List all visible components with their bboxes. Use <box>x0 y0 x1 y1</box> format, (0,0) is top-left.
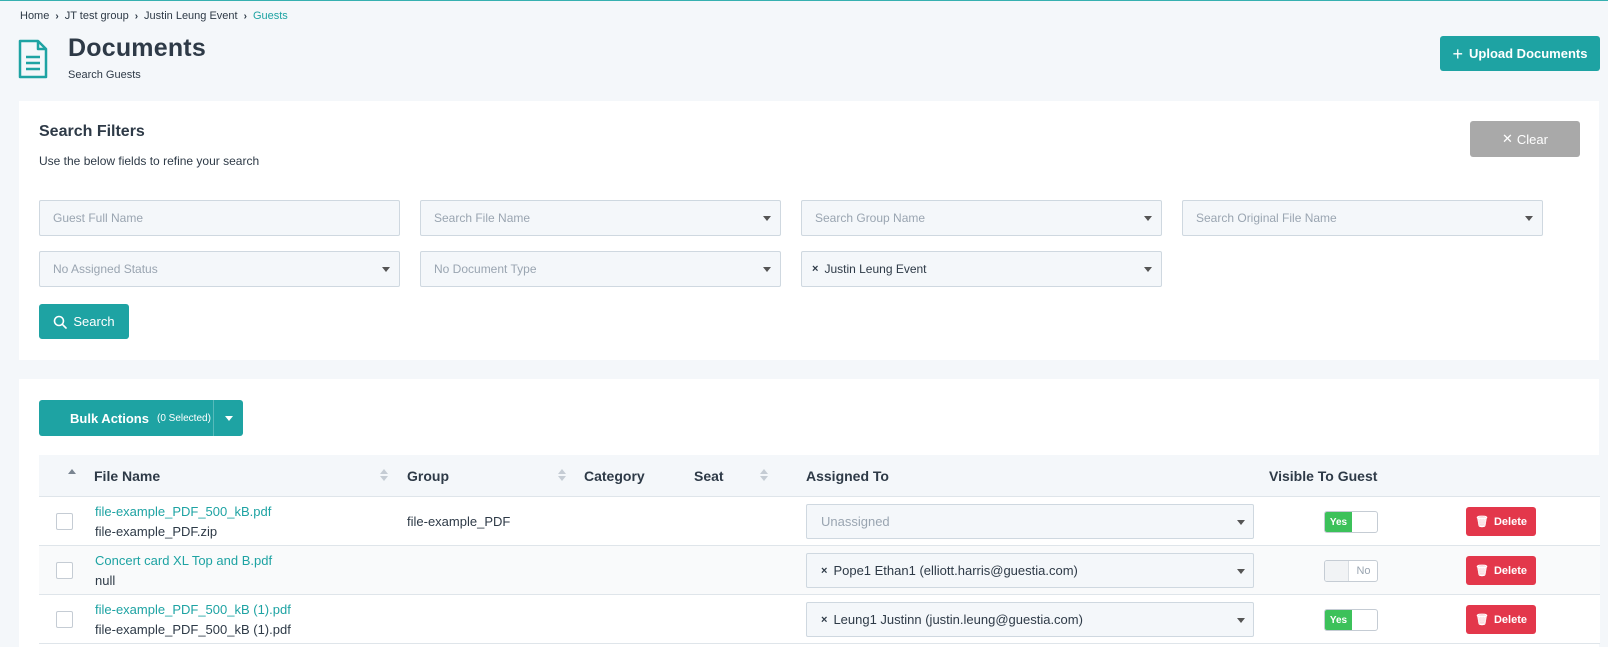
assigned-to-select[interactable]: Unassigned <box>806 504 1254 539</box>
visible-toggle[interactable]: No <box>1324 560 1378 582</box>
column-visible-to-guest: Visible To Guest <box>1269 468 1378 484</box>
upload-documents-label: Upload Documents <box>1469 46 1588 61</box>
assigned-to-value: Pope1 Ethan1 (elliott.harris@guestia.com… <box>833 563 1078 578</box>
caret-down-icon <box>382 267 390 272</box>
chevron-right-icon: › <box>134 10 139 22</box>
upload-documents-button[interactable]: + Upload Documents <box>1440 36 1600 71</box>
breadcrumb-current: Guests <box>252 10 288 22</box>
plus-icon: + <box>1452 43 1464 64</box>
toggle-knob <box>1325 561 1349 581</box>
caret-down-icon <box>763 216 771 221</box>
row-checkbox[interactable] <box>56 513 73 530</box>
visible-toggle-label: Yes <box>1325 512 1352 532</box>
trash-icon: 🗑 <box>1475 565 1489 577</box>
assigned-to-select[interactable]: × Pope1 Ethan1 (elliott.harris@guestia.c… <box>806 553 1254 588</box>
assigned-status-placeholder: No Assigned Status <box>53 262 158 276</box>
table-header: File Name Group Category Seat Assigned T… <box>39 455 1600 497</box>
bulk-selected-count: (0 Selected) <box>156 412 211 424</box>
event-selected-value: Justin Leung Event <box>824 262 927 276</box>
table-row: Concert card XL Top and B.pdf null × Pop… <box>39 546 1600 595</box>
filters-title: Search Filters <box>39 123 145 140</box>
breadcrumb: Home › JT test group › Justin Leung Even… <box>20 10 288 22</box>
assigned-to-value: Unassigned <box>821 514 890 529</box>
document-type-select[interactable]: No Document Type <box>420 251 781 287</box>
column-category: Category <box>584 468 645 484</box>
caret-down-icon <box>1144 267 1152 272</box>
trash-icon: 🗑 <box>1475 516 1489 528</box>
column-group[interactable]: Group <box>407 468 449 484</box>
row-checkbox[interactable] <box>56 611 73 628</box>
delete-label: Delete <box>1493 564 1527 577</box>
remove-tag-icon[interactable]: × <box>821 565 827 577</box>
visible-toggle-label: No <box>1356 565 1371 577</box>
file-name-link[interactable]: file-example_PDF_500_kB.pdf <box>95 504 271 519</box>
caret-down-icon <box>1237 569 1245 574</box>
search-button[interactable]: Search <box>39 304 129 339</box>
caret-down-icon <box>763 267 771 272</box>
filters-description: Use the below fields to refine your sear… <box>39 154 260 168</box>
column-assigned-to: Assigned To <box>806 468 889 484</box>
row-checkbox[interactable] <box>56 562 73 579</box>
visible-toggle[interactable]: Yes <box>1324 609 1378 631</box>
group-name-placeholder: Search Group Name <box>815 211 926 225</box>
trash-icon: 🗑 <box>1475 614 1489 626</box>
guest-full-name-input[interactable]: Guest Full Name <box>39 200 400 236</box>
file-name-link[interactable]: file-example_PDF_500_kB (1).pdf <box>95 602 291 617</box>
search-filters-card: Search Filters Use the below fields to r… <box>19 101 1599 360</box>
document-type-placeholder: No Document Type <box>434 262 537 276</box>
group-name-select[interactable]: Search Group Name <box>801 200 1162 236</box>
assigned-status-select[interactable]: No Assigned Status <box>39 251 400 287</box>
visible-toggle-label: Yes <box>1325 610 1352 630</box>
original-file-name: file-example_PDF.zip <box>95 524 218 539</box>
bulk-actions-dropdown[interactable] <box>213 400 243 436</box>
original-file-name: null <box>95 573 116 588</box>
original-file-name: file-example_PDF_500_kB (1).pdf <box>95 622 291 637</box>
page-subtitle: Search Guests <box>68 69 141 81</box>
caret-down-icon <box>1525 216 1533 221</box>
guest-full-name-placeholder: Guest Full Name <box>53 211 144 225</box>
chevron-right-icon: › <box>55 10 59 22</box>
visible-toggle[interactable]: Yes <box>1324 511 1378 533</box>
close-icon: ✕ <box>1502 131 1513 146</box>
breadcrumb-group[interactable]: JT test group <box>65 10 129 22</box>
remove-tag-icon[interactable]: × <box>821 614 827 626</box>
bulk-actions-label: Bulk Actions <box>70 410 149 426</box>
documents-table: File Name Group Category Seat Assigned T… <box>39 455 1600 644</box>
bulk-actions-main[interactable]: Bulk Actions (0 Selected) <box>39 411 213 426</box>
breadcrumb-home[interactable]: Home <box>20 10 49 22</box>
table-row: file-example_PDF_500_kB.pdf file-example… <box>39 497 1600 546</box>
original-file-name-placeholder: Search Original File Name <box>1196 211 1337 225</box>
breadcrumb-event[interactable]: Justin Leung Event <box>144 10 238 22</box>
column-file-name[interactable]: File Name <box>94 468 160 484</box>
file-name-placeholder: Search File Name <box>434 211 531 225</box>
file-name-link[interactable]: Concert card XL Top and B.pdf <box>95 553 272 568</box>
event-select[interactable]: × Justin Leung Event <box>801 251 1162 287</box>
group-name: file-example_PDF <box>407 514 511 529</box>
remove-tag-icon[interactable]: × <box>812 263 818 275</box>
delete-label: Delete <box>1493 515 1527 528</box>
caret-down-icon <box>1144 216 1152 221</box>
search-icon <box>54 315 68 329</box>
assigned-to-select[interactable]: × Leung1 Justinn (justin.leung@guestia.c… <box>806 602 1254 637</box>
caret-down-icon <box>1237 520 1245 525</box>
table-row: file-example_PDF_500_kB (1).pdf file-exa… <box>39 595 1600 644</box>
column-seat[interactable]: Seat <box>694 468 724 484</box>
delete-button[interactable]: 🗑 Delete <box>1466 605 1536 634</box>
chevron-right-icon: › <box>243 10 247 22</box>
delete-button[interactable]: 🗑 Delete <box>1466 556 1536 585</box>
delete-button[interactable]: 🗑 Delete <box>1466 507 1536 536</box>
assigned-to-value: Leung1 Justinn (justin.leung@guestia.com… <box>833 612 1083 627</box>
clear-button[interactable]: ✕ Clear <box>1470 121 1580 157</box>
file-name-select[interactable]: Search File Name <box>420 200 781 236</box>
clear-label: Clear <box>1516 131 1548 147</box>
delete-label: Delete <box>1493 613 1527 626</box>
caret-down-icon <box>1237 618 1245 623</box>
caret-down-icon <box>224 415 233 421</box>
search-label: Search <box>73 314 115 329</box>
results-card: Bulk Actions (0 Selected) File Name Grou… <box>19 379 1600 647</box>
original-file-name-select[interactable]: Search Original File Name <box>1182 200 1543 236</box>
page-title: Documents <box>68 34 206 62</box>
bulk-actions-button[interactable]: Bulk Actions (0 Selected) <box>39 400 243 436</box>
document-icon <box>18 39 48 79</box>
